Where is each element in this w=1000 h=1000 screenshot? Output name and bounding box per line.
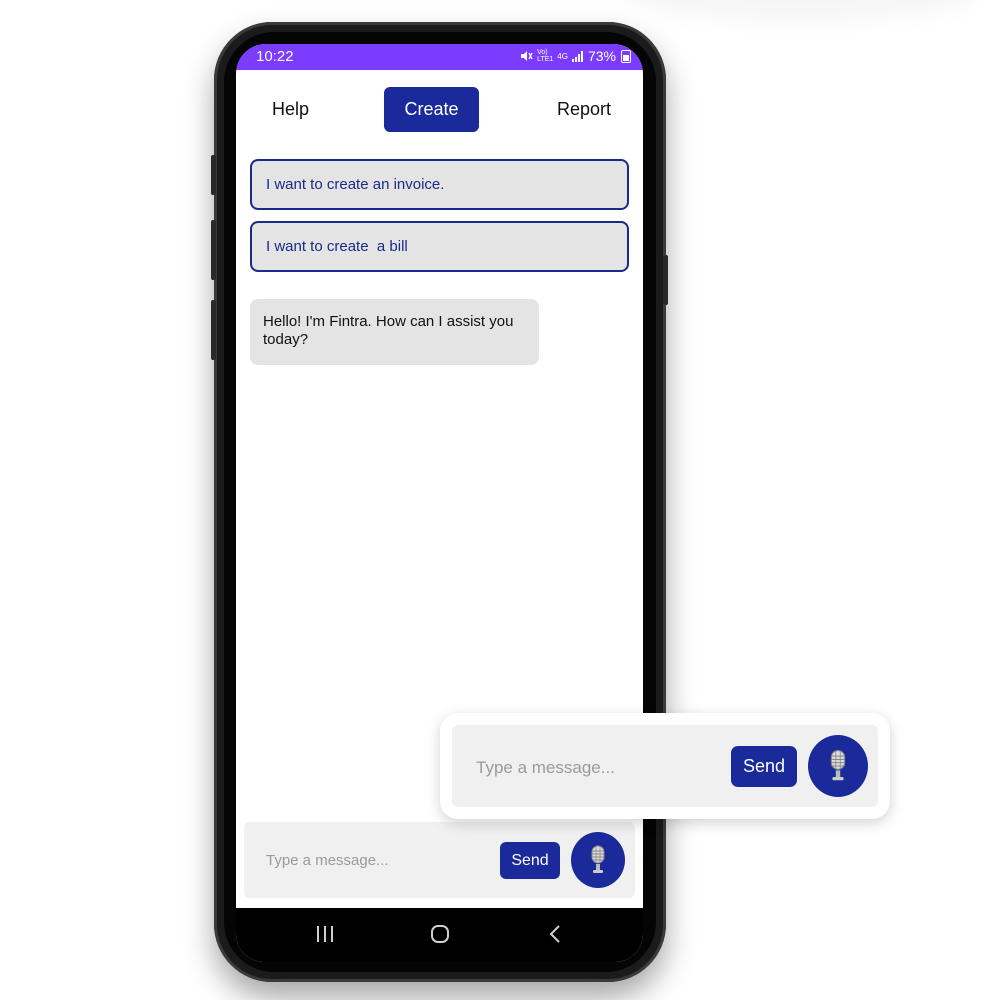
system-navigation-bar [236, 908, 643, 962]
status-lte-label: LTE1 [537, 56, 554, 63]
recent-apps-icon[interactable] [316, 924, 334, 944]
callout-composer: Send [452, 725, 878, 807]
phone-screen: 10:22 Vo) LTE1 4G 73% Help Create Report… [236, 44, 643, 962]
status-time: 10:22 [256, 48, 294, 65]
status-volte-label: Vo) [537, 49, 548, 56]
status-battery-percent: 73% [587, 48, 616, 64]
phone-side-button-volume-2 [211, 220, 216, 280]
microphone-icon [830, 750, 846, 781]
back-icon[interactable] [548, 924, 562, 944]
tab-help[interactable]: Help [258, 87, 323, 132]
callout-send-button[interactable]: Send [731, 746, 797, 787]
signal-icon [571, 50, 583, 62]
app-screenshot: 10:22 Vo) LTE1 4G 73% Help Create Report… [0, 0, 1000, 1000]
composer-zoom-callout: Send [440, 713, 890, 819]
suggestion-create-bill[interactable]: I want to create a bill [250, 221, 629, 272]
send-button[interactable]: Send [500, 842, 560, 879]
message-input[interactable] [264, 849, 484, 871]
tab-create[interactable]: Create [384, 87, 479, 132]
phone-side-button-power [663, 255, 668, 305]
status-bar: 10:22 Vo) LTE1 4G 73% [236, 44, 643, 70]
message-composer: Send [244, 822, 635, 898]
phone-side-button-volume [211, 155, 216, 195]
status-network-label: Vo) LTE1 [537, 49, 553, 63]
phone-side-button-bixby [211, 300, 216, 360]
home-icon[interactable] [430, 924, 450, 944]
callout-microphone-button[interactable] [808, 735, 868, 797]
status-icon-group: Vo) LTE1 4G [520, 49, 583, 63]
mute-icon [521, 51, 533, 61]
tab-report[interactable]: Report [544, 87, 624, 132]
bot-message-bubble: Hello! I'm Fintra. How can I assist you … [250, 299, 539, 365]
callout-message-input[interactable] [474, 756, 714, 780]
battery-icon [621, 49, 631, 63]
status-network-type: 4G [557, 51, 568, 61]
microphone-icon [591, 845, 605, 873]
microphone-button[interactable] [571, 832, 625, 888]
suggestion-create-invoice[interactable]: I want to create an invoice. [250, 159, 629, 210]
background-glow [620, 0, 980, 20]
status-indicators: Vo) LTE1 4G 73% [520, 48, 631, 64]
top-nav: Help Create Report [236, 70, 643, 158]
